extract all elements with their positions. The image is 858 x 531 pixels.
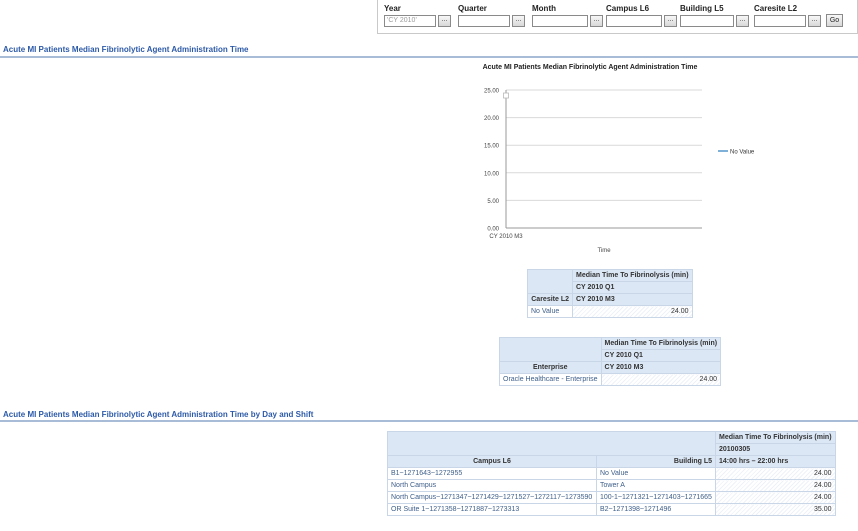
- day-header: 20100305: [715, 443, 836, 456]
- building-input[interactable]: [680, 15, 734, 27]
- month-header: CY 2010 M3: [600, 361, 722, 374]
- campus-prompt: Campus L6 ...: [606, 4, 677, 27]
- row-header-enterprise: Enterprise: [499, 361, 602, 374]
- quarter-browse-button[interactable]: ...: [512, 15, 525, 27]
- section1-title: Acute MI Patients Median Fibrinolytic Ag…: [3, 45, 249, 54]
- campus-cell[interactable]: North Campus~1271347~1271429~1271527~127…: [387, 491, 597, 504]
- x-axis-title: Time: [597, 248, 611, 253]
- table-row: B1~1271643~1272955 No Value 24.00: [387, 467, 836, 480]
- row-label[interactable]: Oracle Healthcare - Enterprise: [499, 373, 602, 386]
- cell-value: 24.00: [600, 373, 722, 386]
- month-browse-button[interactable]: ...: [590, 15, 603, 27]
- measure-header: Median Time To Fibrinolysis (min): [600, 337, 722, 350]
- building-cell[interactable]: B2~1271398~1271496: [596, 503, 716, 516]
- caresite-input[interactable]: [754, 15, 806, 27]
- quarter-input[interactable]: [458, 15, 510, 27]
- campus-cell[interactable]: OR Suite 1~1271358~1271887~1273313: [387, 503, 597, 516]
- year-input[interactable]: 'CY 2010': [384, 15, 436, 27]
- chart-title: Acute MI Patients Median Fibrinolytic Ag…: [482, 64, 698, 71]
- month-header: CY 2010 M3: [572, 293, 693, 306]
- data-point: [503, 92, 509, 99]
- row-header-caresite: Caresite L2: [527, 293, 573, 306]
- enterprise-pivot-table: Median Time To Fibrinolysis (min) CY 201…: [499, 337, 722, 386]
- campus-cell[interactable]: B1~1271643~1272955: [387, 467, 597, 480]
- measure-header: Median Time To Fibrinolysis (min): [572, 269, 693, 282]
- month-label: Month: [532, 4, 556, 13]
- cell-value: 24.00: [572, 305, 693, 318]
- table-row: North Campus~1271347~1271429~1271527~127…: [387, 491, 836, 504]
- section2-title: Acute MI Patients Median Fibrinolytic Ag…: [3, 410, 314, 419]
- building-column-header: Building L5: [596, 455, 716, 468]
- shift-pivot-table: Median Time To Fibrinolysis (min) 201003…: [387, 431, 836, 516]
- quarter-label: Quarter: [458, 4, 487, 13]
- y-tick-label: 10.00: [484, 171, 500, 177]
- pivot-corner: [499, 337, 602, 362]
- month-input[interactable]: [532, 15, 588, 27]
- year-prompt: Year 'CY 2010' ...: [384, 4, 451, 27]
- pivot-corner: [527, 269, 573, 294]
- median-time-chart: 0.005.0010.0015.0020.0025.00CY 2010 M3Mi…: [484, 89, 755, 254]
- campus-browse-button[interactable]: ...: [664, 15, 677, 27]
- y-tick-label: 20.00: [484, 116, 500, 122]
- year-label: Year: [384, 4, 401, 13]
- y-tick-label: 0.00: [487, 227, 499, 233]
- measure-header: Median Time To Fibrinolysis (min): [715, 431, 836, 444]
- row-label[interactable]: No Value: [527, 305, 573, 318]
- building-browse-button[interactable]: ...: [736, 15, 749, 27]
- y-tick-label: 5.00: [487, 199, 499, 205]
- month-prompt: Month ...: [532, 4, 603, 27]
- campus-label: Campus L6: [606, 4, 650, 13]
- section1-divider: [0, 56, 858, 58]
- quarter-header: CY 2010 Q1: [600, 349, 722, 362]
- table-row: OR Suite 1~1271358~1271887~1273313 B2~12…: [387, 503, 836, 516]
- section2-divider: [0, 420, 858, 422]
- cell-value: 24.00: [715, 491, 836, 504]
- caresite-prompt: Caresite L2 ...: [754, 4, 821, 27]
- pivot-corner: [387, 431, 716, 456]
- campus-input[interactable]: [606, 15, 662, 27]
- year-browse-button[interactable]: ...: [438, 15, 451, 27]
- filter-prompt-bar: Year 'CY 2010' ... Quarter ... Month ...…: [377, 0, 858, 34]
- caresite-label: Caresite L2: [754, 4, 798, 13]
- building-prompt: Building L5 ...: [680, 4, 749, 27]
- go-button[interactable]: Go: [826, 14, 843, 27]
- legend-label: No Value: [730, 150, 755, 156]
- building-cell[interactable]: 100-1~1271321~1271403~1271665: [596, 491, 716, 504]
- caresite-pivot-table: Median Time To Fibrinolysis (min) CY 201…: [527, 269, 693, 318]
- x-tick-label: CY 2010 M3: [489, 234, 523, 240]
- campus-column-header: Campus L6: [387, 455, 597, 468]
- caresite-browse-button[interactable]: ...: [808, 15, 821, 27]
- quarter-prompt: Quarter ...: [458, 4, 525, 27]
- cell-value: 24.00: [715, 467, 836, 480]
- cell-value: 24.00: [715, 479, 836, 492]
- cell-value: 35.00: [715, 503, 836, 516]
- campus-cell[interactable]: North Campus: [387, 479, 597, 492]
- y-tick-label: 25.00: [484, 89, 500, 95]
- quarter-header: CY 2010 Q1: [572, 281, 693, 294]
- building-label: Building L5: [680, 4, 724, 13]
- building-cell[interactable]: No Value: [596, 467, 716, 480]
- shift-header: 14:00 hrs – 22:00 hrs: [715, 455, 836, 468]
- building-cell[interactable]: Tower A: [596, 479, 716, 492]
- table-row: North Campus Tower A 24.00: [387, 479, 836, 492]
- y-tick-label: 15.00: [484, 144, 500, 150]
